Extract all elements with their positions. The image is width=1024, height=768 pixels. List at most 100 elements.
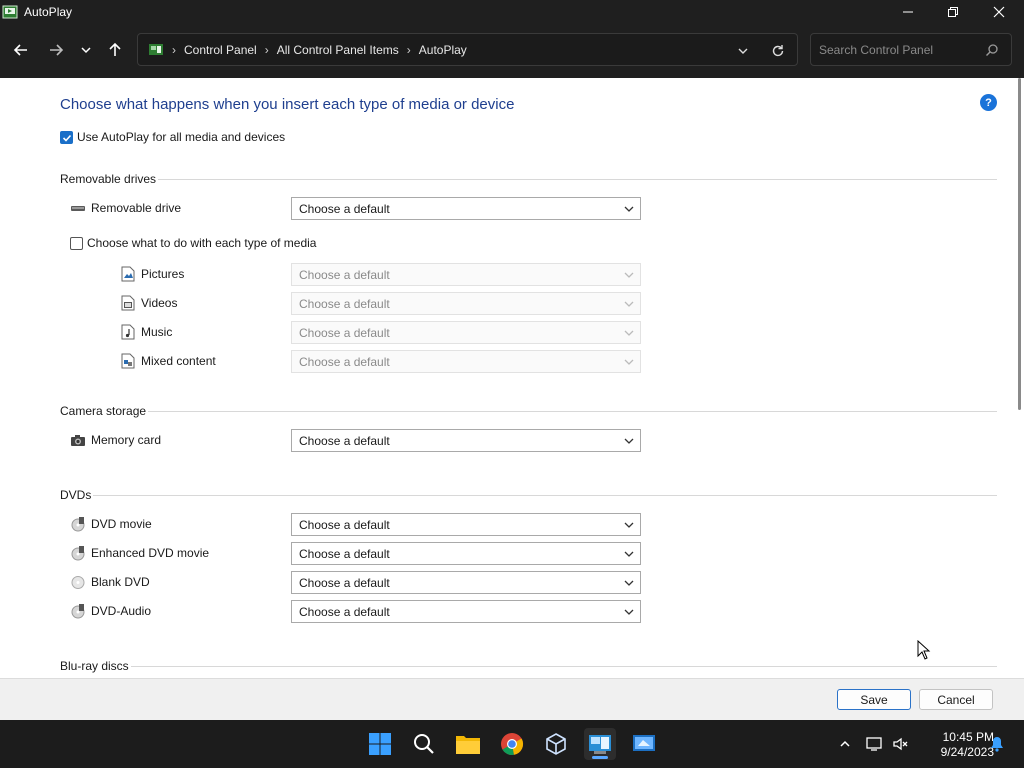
control-panel-icon bbox=[148, 42, 164, 58]
breadcrumb-separator: › bbox=[406, 42, 411, 57]
media-type-checkbox[interactable] bbox=[70, 237, 83, 250]
media-item-label: Videos bbox=[141, 296, 178, 310]
refresh-icon bbox=[772, 45, 784, 57]
breadcrumb-separator: › bbox=[172, 42, 176, 57]
media-item-mixed-content: Mixed content bbox=[120, 353, 216, 369]
search-placeholder: Search Control Panel bbox=[819, 42, 934, 57]
up-button[interactable] bbox=[102, 39, 128, 61]
control-panel-icon bbox=[589, 735, 611, 754]
memory-card-select[interactable]: Choose a default bbox=[291, 429, 641, 452]
memory-card-label: Memory card bbox=[70, 432, 161, 448]
section-camera-storage: Camera storage bbox=[60, 404, 147, 418]
music-select[interactable]: Choose a default bbox=[291, 321, 641, 344]
close-button[interactable] bbox=[976, 0, 1022, 24]
file-explorer-button[interactable] bbox=[452, 728, 484, 760]
dvd-audio-select[interactable]: Choose a default bbox=[291, 600, 641, 623]
chevron-down-icon bbox=[624, 330, 634, 336]
search-icon bbox=[985, 43, 999, 60]
volume-muted-icon bbox=[893, 737, 908, 751]
chevron-down-icon bbox=[624, 551, 634, 557]
enhanced-dvd-icon bbox=[70, 545, 86, 561]
navigation-bar: › Control Panel › All Control Panel Item… bbox=[0, 24, 1024, 78]
removable-drive-select[interactable]: Choose a default bbox=[291, 197, 641, 220]
camera-icon bbox=[70, 432, 86, 448]
dvd-audio-value: Choose a default bbox=[299, 604, 390, 619]
chrome-button[interactable] bbox=[496, 728, 528, 760]
media-item-videos: Videos bbox=[120, 295, 177, 311]
media-item-label: Pictures bbox=[141, 267, 185, 281]
clock-date: 9/24/2023 bbox=[940, 745, 994, 759]
media-item-label: Mixed content bbox=[141, 354, 216, 368]
enhanced-dvd-movie-value: Choose a default bbox=[299, 546, 390, 561]
recent-locations-button[interactable] bbox=[73, 39, 99, 61]
enhanced-dvd-movie-label: Enhanced DVD movie bbox=[70, 545, 209, 561]
dvd-item-label: Blank DVD bbox=[91, 575, 150, 589]
breadcrumb-separator: › bbox=[264, 42, 269, 57]
section-dvds: DVDs bbox=[60, 488, 92, 502]
help-icon[interactable]: ? bbox=[980, 94, 997, 111]
refresh-button[interactable] bbox=[769, 42, 787, 60]
section-divider bbox=[131, 666, 997, 667]
virtualbox-button[interactable] bbox=[540, 728, 572, 760]
page-title: Choose what happens when you insert each… bbox=[60, 96, 515, 113]
minimize-button[interactable] bbox=[885, 0, 931, 24]
active-indicator bbox=[592, 756, 608, 759]
chevron-down-icon bbox=[624, 522, 634, 528]
address-history-button[interactable] bbox=[735, 43, 751, 59]
chevron-down-icon bbox=[624, 580, 634, 586]
control-panel-taskbar-button[interactable] bbox=[584, 728, 616, 760]
dvd-item-label: DVD movie bbox=[91, 517, 152, 531]
breadcrumb-control-panel[interactable]: Control Panel bbox=[184, 43, 257, 57]
remote-desktop-button[interactable] bbox=[628, 728, 660, 760]
blank-dvd-label: Blank DVD bbox=[70, 574, 150, 590]
media-item-music: Music bbox=[120, 324, 172, 340]
dvd-item-label: DVD-Audio bbox=[91, 604, 152, 618]
network-icon bbox=[866, 737, 882, 751]
pictures-value: Choose a default bbox=[299, 267, 390, 282]
vertical-scrollbar[interactable] bbox=[1018, 78, 1021, 410]
search-box[interactable]: Search Control Panel bbox=[810, 33, 1012, 66]
mouse-cursor-icon bbox=[917, 639, 931, 663]
videos-select[interactable]: Choose a default bbox=[291, 292, 641, 315]
mixed-content-select[interactable]: Choose a default bbox=[291, 350, 641, 373]
blank-dvd-select[interactable]: Choose a default bbox=[291, 571, 641, 594]
system-clock[interactable]: 10:45 PM 9/24/2023 bbox=[918, 730, 994, 760]
breadcrumb-autoplay[interactable]: AutoPlay bbox=[419, 43, 467, 57]
breadcrumb-all-items[interactable]: All Control Panel Items bbox=[277, 43, 399, 57]
forward-button[interactable] bbox=[43, 39, 69, 61]
dvd-item-label: Enhanced DVD movie bbox=[91, 546, 210, 560]
cancel-button[interactable]: Cancel bbox=[919, 689, 993, 710]
save-button[interactable]: Save bbox=[837, 689, 911, 710]
chevron-down-icon bbox=[624, 438, 634, 444]
title-bar: AutoPlay bbox=[0, 0, 1024, 24]
memory-card-value: Choose a default bbox=[299, 433, 390, 448]
chevron-down-icon bbox=[624, 609, 634, 615]
music-icon bbox=[120, 324, 136, 340]
section-bluray-discs: Blu-ray discs bbox=[60, 659, 129, 673]
removable-drive-label: Removable drive bbox=[70, 200, 181, 216]
removable-drive-text: Removable drive bbox=[91, 201, 182, 215]
section-divider bbox=[148, 411, 997, 412]
show-hidden-icons-button[interactable] bbox=[836, 735, 854, 753]
restore-button[interactable] bbox=[930, 0, 976, 24]
videos-icon bbox=[120, 295, 136, 311]
notifications-button[interactable] bbox=[988, 735, 1006, 753]
volume-tray-icon[interactable] bbox=[892, 735, 910, 753]
section-removable-drives: Removable drives bbox=[60, 172, 157, 186]
mixed-content-icon bbox=[120, 353, 136, 369]
folder-icon bbox=[456, 736, 480, 754]
start-button[interactable] bbox=[364, 728, 396, 760]
arrow-left-icon bbox=[13, 44, 27, 56]
autoplay-settings-panel: Choose what happens when you insert each… bbox=[0, 78, 1024, 678]
autoplay-app-icon bbox=[2, 4, 18, 20]
taskbar-search-button[interactable] bbox=[408, 728, 440, 760]
dvd-movie-select[interactable]: Choose a default bbox=[291, 513, 641, 536]
enhanced-dvd-movie-select[interactable]: Choose a default bbox=[291, 542, 641, 565]
address-bar[interactable]: › Control Panel › All Control Panel Item… bbox=[137, 33, 798, 66]
back-button[interactable] bbox=[8, 39, 34, 61]
pictures-select[interactable]: Choose a default bbox=[291, 263, 641, 286]
network-tray-icon[interactable] bbox=[866, 735, 884, 753]
use-autoplay-checkbox[interactable] bbox=[60, 131, 73, 144]
chevron-down-icon bbox=[624, 272, 634, 278]
search-icon bbox=[414, 734, 434, 754]
